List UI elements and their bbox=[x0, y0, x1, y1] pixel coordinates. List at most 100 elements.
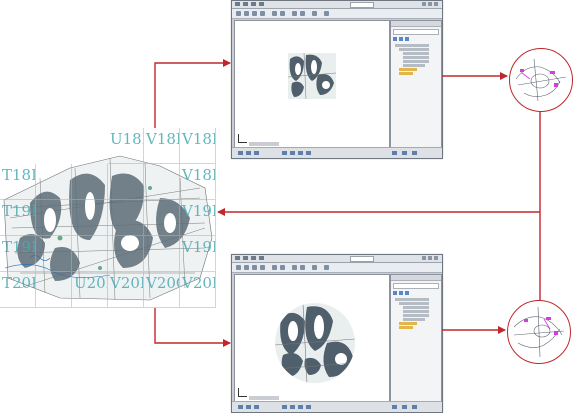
ribbon-tool-icon[interactable] bbox=[272, 11, 277, 16]
status-toggle-icon[interactable] bbox=[412, 151, 417, 155]
status-toggle-icon[interactable] bbox=[306, 151, 311, 155]
status-toggle-icon[interactable] bbox=[412, 405, 417, 409]
tree-item[interactable] bbox=[403, 306, 429, 309]
status-toggle-icon[interactable] bbox=[392, 405, 397, 409]
drawing-canvas[interactable] bbox=[234, 274, 390, 402]
ribbon-tool-icon[interactable] bbox=[252, 11, 257, 16]
ribbon-tool-icon[interactable] bbox=[260, 265, 265, 270]
quick-access-icon[interactable] bbox=[243, 256, 248, 260]
ribbon-tool-icon[interactable] bbox=[324, 265, 329, 270]
map-tile: U18B bbox=[108, 128, 144, 164]
ribbon-tool-icon[interactable] bbox=[236, 265, 241, 270]
map-tile bbox=[144, 236, 180, 272]
quick-access-icon[interactable] bbox=[251, 2, 256, 6]
quick-access-icon[interactable] bbox=[259, 2, 264, 6]
status-toggle-icon[interactable] bbox=[246, 405, 251, 409]
status-toggle-icon[interactable] bbox=[306, 405, 311, 409]
panel-title bbox=[391, 275, 441, 281]
minimize-icon[interactable] bbox=[422, 2, 426, 6]
ribbon-tool-icon[interactable] bbox=[260, 11, 265, 16]
panel-dropdown[interactable] bbox=[393, 29, 439, 35]
maximize-icon[interactable] bbox=[428, 256, 432, 260]
map-tile: T20B bbox=[0, 272, 36, 308]
tree-item[interactable] bbox=[399, 68, 417, 71]
map-explorer-panel bbox=[390, 274, 442, 402]
panel-tool-icon[interactable] bbox=[405, 291, 409, 295]
ribbon-tool-icon[interactable] bbox=[312, 265, 317, 270]
ribbon-tool-icon[interactable] bbox=[272, 265, 277, 270]
ribbon-tool-icon[interactable] bbox=[324, 11, 329, 16]
map-tile bbox=[108, 200, 144, 236]
model-layout-tabs[interactable] bbox=[249, 396, 279, 400]
ribbon-tool-icon[interactable] bbox=[280, 11, 285, 16]
tree-item[interactable] bbox=[403, 314, 429, 317]
ribbon-tool-icon[interactable] bbox=[292, 11, 297, 16]
ribbon-tool-icon[interactable] bbox=[244, 11, 249, 16]
panel-dropdown[interactable] bbox=[393, 283, 439, 289]
status-toggle-icon[interactable] bbox=[290, 405, 295, 409]
clipped-map-drawing bbox=[275, 303, 355, 383]
minimize-icon[interactable] bbox=[422, 256, 426, 260]
panel-toolbar bbox=[393, 37, 439, 42]
tree-item[interactable] bbox=[403, 52, 429, 55]
ribbon-tool-icon[interactable] bbox=[300, 265, 305, 270]
status-toggle-icon[interactable] bbox=[254, 405, 259, 409]
ribbon-tool-icon[interactable] bbox=[252, 265, 257, 270]
ribbon-tool-icon[interactable] bbox=[280, 265, 285, 270]
maximize-icon[interactable] bbox=[428, 2, 432, 6]
status-toggle-icon[interactable] bbox=[298, 405, 303, 409]
tree-item[interactable] bbox=[395, 44, 429, 47]
zoom-map-drawing bbox=[515, 58, 567, 102]
status-toggle-icon[interactable] bbox=[392, 151, 397, 155]
tree-item[interactable] bbox=[399, 322, 417, 325]
map-tile: V20D bbox=[180, 272, 216, 308]
ribbon-tool-icon[interactable] bbox=[236, 11, 241, 16]
status-toggle-icon[interactable] bbox=[282, 151, 287, 155]
map-tile: V20C bbox=[144, 272, 180, 308]
app-menu-icon[interactable] bbox=[235, 2, 240, 6]
tree-item[interactable] bbox=[403, 60, 429, 63]
ribbon-tool-icon[interactable] bbox=[244, 265, 249, 270]
app-menu-icon[interactable] bbox=[235, 256, 240, 260]
map-explorer-panel bbox=[390, 20, 442, 148]
quick-access-icon[interactable] bbox=[243, 2, 248, 6]
status-toggle-icon[interactable] bbox=[402, 405, 407, 409]
status-toggle-icon[interactable] bbox=[282, 405, 287, 409]
tree-item[interactable] bbox=[399, 326, 413, 329]
status-toggle-icon[interactable] bbox=[254, 151, 259, 155]
tree-item[interactable] bbox=[403, 64, 425, 67]
arrow-map-to-bottom-window bbox=[154, 308, 231, 347]
tree-item[interactable] bbox=[403, 56, 429, 59]
panel-tool-icon[interactable] bbox=[399, 291, 403, 295]
status-toggle-icon[interactable] bbox=[298, 151, 303, 155]
panel-tool-icon[interactable] bbox=[399, 37, 403, 41]
search-input[interactable] bbox=[350, 256, 374, 262]
tree-item[interactable] bbox=[399, 72, 413, 75]
tree-item[interactable] bbox=[403, 318, 425, 321]
drawing-canvas[interactable] bbox=[234, 20, 390, 148]
tree-item[interactable] bbox=[399, 302, 429, 305]
close-icon[interactable] bbox=[434, 256, 438, 260]
ribbon-tool-icon[interactable] bbox=[292, 265, 297, 270]
panel-tool-icon[interactable] bbox=[393, 37, 397, 41]
status-toggle-icon[interactable] bbox=[290, 151, 295, 155]
ribbon-tool-icon[interactable] bbox=[300, 11, 305, 16]
map-tile bbox=[72, 164, 108, 200]
quick-access-icon[interactable] bbox=[259, 256, 264, 260]
status-toggle-icon[interactable] bbox=[402, 151, 407, 155]
status-toggle-icon[interactable] bbox=[238, 405, 243, 409]
zoom-view-bottom bbox=[507, 300, 571, 364]
tree-item[interactable] bbox=[399, 48, 429, 51]
tree-item[interactable] bbox=[395, 298, 429, 301]
tree-item[interactable] bbox=[403, 310, 429, 313]
status-toggle-icon[interactable] bbox=[246, 151, 251, 155]
panel-tool-icon[interactable] bbox=[393, 291, 397, 295]
quick-access-icon[interactable] bbox=[251, 256, 256, 260]
status-bar bbox=[232, 401, 442, 412]
panel-tool-icon[interactable] bbox=[405, 37, 409, 41]
status-toggle-icon[interactable] bbox=[238, 151, 243, 155]
close-icon[interactable] bbox=[434, 2, 438, 6]
model-layout-tabs[interactable] bbox=[249, 142, 279, 146]
ribbon-tool-icon[interactable] bbox=[312, 11, 317, 16]
search-input[interactable] bbox=[350, 2, 374, 8]
